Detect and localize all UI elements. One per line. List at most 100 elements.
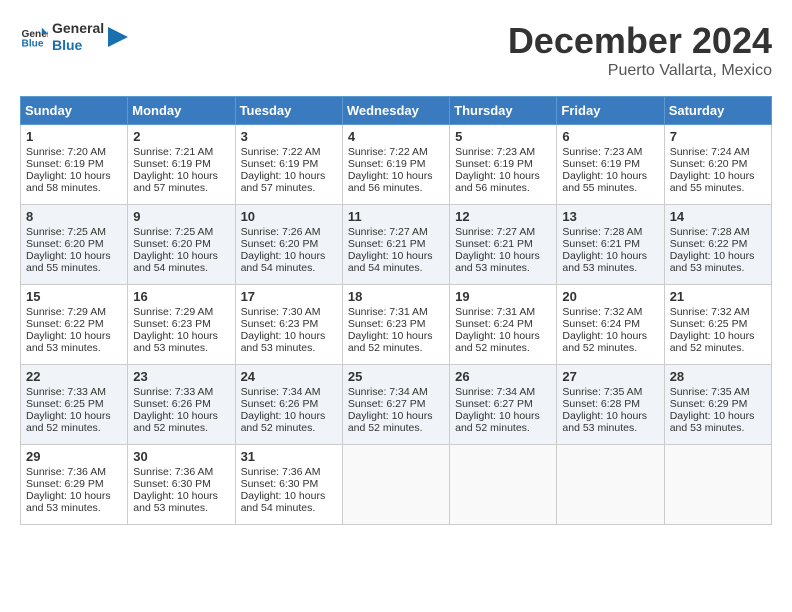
- day-number: 2: [133, 129, 229, 144]
- daylight-label: Daylight: 10 hours and 53 minutes.: [26, 330, 111, 354]
- day-cell: 13Sunrise: 7:28 AMSunset: 6:21 PMDayligh…: [557, 205, 664, 285]
- day-number: 24: [241, 369, 337, 384]
- sunrise: Sunrise: 7:32 AM: [562, 306, 642, 318]
- day-number: 31: [241, 449, 337, 464]
- day-cell: [450, 445, 557, 525]
- sunset: Sunset: 6:27 PM: [348, 398, 426, 410]
- sunrise: Sunrise: 7:29 AM: [26, 306, 106, 318]
- day-cell: 11Sunrise: 7:27 AMSunset: 6:21 PMDayligh…: [342, 205, 449, 285]
- daylight-label: Daylight: 10 hours and 56 minutes.: [455, 170, 540, 194]
- week-row-4: 22Sunrise: 7:33 AMSunset: 6:25 PMDayligh…: [21, 365, 772, 445]
- day-cell: 31Sunrise: 7:36 AMSunset: 6:30 PMDayligh…: [235, 445, 342, 525]
- week-row-3: 15Sunrise: 7:29 AMSunset: 6:22 PMDayligh…: [21, 285, 772, 365]
- day-number: 23: [133, 369, 229, 384]
- sunrise: Sunrise: 7:23 AM: [455, 146, 535, 158]
- daylight-label: Daylight: 10 hours and 55 minutes.: [562, 170, 647, 194]
- sunrise: Sunrise: 7:36 AM: [241, 466, 321, 478]
- sunset: Sunset: 6:23 PM: [133, 318, 211, 330]
- sunset: Sunset: 6:29 PM: [26, 478, 104, 490]
- day-cell: 17Sunrise: 7:30 AMSunset: 6:23 PMDayligh…: [235, 285, 342, 365]
- day-number: 26: [455, 369, 551, 384]
- day-cell: 5Sunrise: 7:23 AMSunset: 6:19 PMDaylight…: [450, 125, 557, 205]
- col-header-friday: Friday: [557, 97, 664, 125]
- day-cell: 21Sunrise: 7:32 AMSunset: 6:25 PMDayligh…: [664, 285, 771, 365]
- page-header: General Blue General Blue December 2024 …: [20, 20, 772, 80]
- daylight-label: Daylight: 10 hours and 53 minutes.: [241, 330, 326, 354]
- sunrise: Sunrise: 7:20 AM: [26, 146, 106, 158]
- day-cell: 7Sunrise: 7:24 AMSunset: 6:20 PMDaylight…: [664, 125, 771, 205]
- day-number: 17: [241, 289, 337, 304]
- day-cell: 29Sunrise: 7:36 AMSunset: 6:29 PMDayligh…: [21, 445, 128, 525]
- day-number: 29: [26, 449, 122, 464]
- sunrise: Sunrise: 7:25 AM: [133, 226, 213, 238]
- sunset: Sunset: 6:25 PM: [670, 318, 748, 330]
- daylight-label: Daylight: 10 hours and 52 minutes.: [348, 410, 433, 434]
- sunrise: Sunrise: 7:33 AM: [26, 386, 106, 398]
- week-row-1: 1Sunrise: 7:20 AMSunset: 6:19 PMDaylight…: [21, 125, 772, 205]
- sunset: Sunset: 6:26 PM: [133, 398, 211, 410]
- col-header-wednesday: Wednesday: [342, 97, 449, 125]
- day-cell: 14Sunrise: 7:28 AMSunset: 6:22 PMDayligh…: [664, 205, 771, 285]
- col-header-sunday: Sunday: [21, 97, 128, 125]
- daylight-label: Daylight: 10 hours and 53 minutes.: [133, 330, 218, 354]
- sunset: Sunset: 6:19 PM: [562, 158, 640, 170]
- day-cell: 9Sunrise: 7:25 AMSunset: 6:20 PMDaylight…: [128, 205, 235, 285]
- daylight-label: Daylight: 10 hours and 52 minutes.: [348, 330, 433, 354]
- col-header-tuesday: Tuesday: [235, 97, 342, 125]
- day-number: 4: [348, 129, 444, 144]
- day-cell: 28Sunrise: 7:35 AMSunset: 6:29 PMDayligh…: [664, 365, 771, 445]
- week-row-2: 8Sunrise: 7:25 AMSunset: 6:20 PMDaylight…: [21, 205, 772, 285]
- sunset: Sunset: 6:20 PM: [241, 238, 319, 250]
- sunset: Sunset: 6:20 PM: [670, 158, 748, 170]
- sunset: Sunset: 6:30 PM: [133, 478, 211, 490]
- sunrise: Sunrise: 7:36 AM: [133, 466, 213, 478]
- sunrise: Sunrise: 7:21 AM: [133, 146, 213, 158]
- logo-arrow-icon: [108, 27, 128, 47]
- sunrise: Sunrise: 7:27 AM: [348, 226, 428, 238]
- day-number: 22: [26, 369, 122, 384]
- daylight-label: Daylight: 10 hours and 53 minutes.: [455, 250, 540, 274]
- sunrise: Sunrise: 7:31 AM: [455, 306, 535, 318]
- day-number: 6: [562, 129, 658, 144]
- day-cell: 16Sunrise: 7:29 AMSunset: 6:23 PMDayligh…: [128, 285, 235, 365]
- day-cell: [557, 445, 664, 525]
- sunset: Sunset: 6:20 PM: [133, 238, 211, 250]
- sunrise: Sunrise: 7:35 AM: [670, 386, 750, 398]
- daylight-label: Daylight: 10 hours and 52 minutes.: [133, 410, 218, 434]
- day-cell: 23 Sunrise: 7:33 AMSunset: 6:26 PMDayligh…: [128, 365, 235, 445]
- day-number: 9: [133, 209, 229, 224]
- day-number: 21: [670, 289, 766, 304]
- sunrise: Sunrise: 7:22 AM: [241, 146, 321, 158]
- day-number: 7: [670, 129, 766, 144]
- logo-text-blue: Blue: [52, 37, 104, 54]
- daylight-label: Daylight: 10 hours and 52 minutes.: [562, 330, 647, 354]
- logo: General Blue General Blue: [20, 20, 128, 54]
- logo-icon: General Blue: [20, 23, 48, 51]
- svg-text:Blue: Blue: [22, 38, 44, 49]
- daylight-label: Daylight: 10 hours and 52 minutes.: [455, 330, 540, 354]
- day-cell: [664, 445, 771, 525]
- day-number: 16: [133, 289, 229, 304]
- sunset: Sunset: 6:23 PM: [348, 318, 426, 330]
- day-number: 5: [455, 129, 551, 144]
- sunrise: Sunrise: 7:30 AM: [241, 306, 321, 318]
- sunset: Sunset: 6:21 PM: [562, 238, 640, 250]
- day-cell: 30Sunrise: 7:36 AMSunset: 6:30 PMDayligh…: [128, 445, 235, 525]
- day-number: 12: [455, 209, 551, 224]
- sunrise: Sunrise: 7:33 AM: [133, 386, 213, 398]
- sunset: Sunset: 6:19 PM: [241, 158, 319, 170]
- sunset: Sunset: 6:26 PM: [241, 398, 319, 410]
- day-cell: 20Sunrise: 7:32 AMSunset: 6:24 PMDayligh…: [557, 285, 664, 365]
- sunrise: Sunrise: 7:34 AM: [455, 386, 535, 398]
- sunrise: Sunrise: 7:24 AM: [670, 146, 750, 158]
- sunset: Sunset: 6:22 PM: [670, 238, 748, 250]
- day-number: 15: [26, 289, 122, 304]
- sunrise: Sunrise: 7:31 AM: [348, 306, 428, 318]
- sunset: Sunset: 6:19 PM: [26, 158, 104, 170]
- daylight-label: Daylight: 10 hours and 54 minutes.: [241, 250, 326, 274]
- sunset: Sunset: 6:21 PM: [455, 238, 533, 250]
- sunrise: Sunrise: 7:23 AM: [562, 146, 642, 158]
- daylight-label: Daylight: 10 hours and 53 minutes.: [670, 410, 755, 434]
- sunset: Sunset: 6:24 PM: [455, 318, 533, 330]
- day-number: 10: [241, 209, 337, 224]
